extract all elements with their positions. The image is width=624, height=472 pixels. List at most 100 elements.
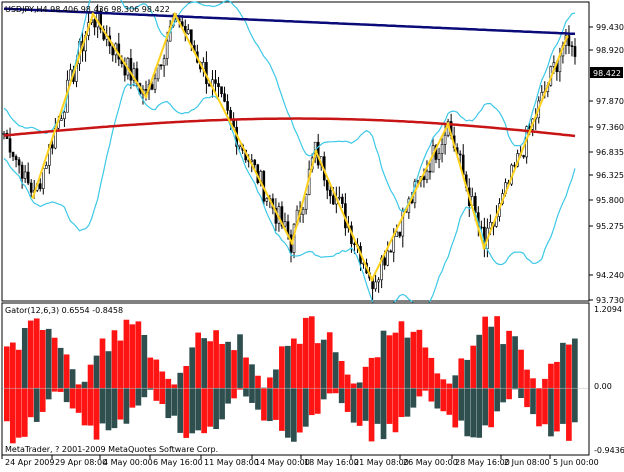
candle-body [474, 196, 476, 212]
gator-upper-bar [285, 346, 291, 388]
gator-lower-bar [333, 388, 339, 393]
y-tick-label: 98.920 [596, 46, 624, 55]
zigzag-point [483, 246, 486, 249]
candle-body [302, 209, 304, 214]
gator-upper-bar [572, 339, 578, 389]
candle-body [378, 280, 380, 282]
gator-upper-bar [267, 377, 273, 388]
gator-upper-bar [159, 371, 165, 388]
gator-upper-bar [476, 335, 482, 388]
gator-upper-bar [201, 338, 207, 388]
candle-body [571, 46, 573, 47]
gator-upper-bar [130, 324, 136, 388]
gator-upper-bar [213, 330, 219, 388]
gator-upper-bar [249, 364, 255, 388]
candle-body [338, 197, 340, 198]
gator-y-tick-label: 1.2094 [594, 305, 622, 314]
gator-upper-bar [177, 373, 183, 388]
candle-body [341, 197, 343, 203]
gator-lower-bar [70, 388, 76, 408]
candle-body [163, 59, 165, 66]
gator-lower-bar [524, 388, 530, 407]
zigzag-point [291, 242, 294, 245]
candle-body [396, 232, 398, 237]
main-y-axis: 99.43098.92097.87097.36096.83596.32595.8… [589, 23, 624, 305]
candle-body [27, 172, 29, 183]
gator-lower-bar [530, 388, 536, 414]
candle-body [441, 144, 443, 153]
y-tick-label: 94.240 [596, 271, 624, 280]
gator-lower-bar [112, 388, 118, 428]
gator-upper-bar [339, 361, 345, 388]
gator-lower-bar [411, 388, 417, 407]
gator-lower-bar [291, 388, 297, 442]
gator-upper-bar [165, 379, 171, 388]
gator-lower-bar [219, 388, 225, 419]
current-price-label: 98.422 [593, 69, 621, 78]
gator-lower-bar [375, 388, 381, 424]
gator-upper-bar [58, 348, 64, 388]
gator-upper-bar [470, 346, 476, 389]
gator-lower-bar [231, 388, 237, 398]
gator-lower-bar [446, 388, 452, 415]
candle-body [18, 160, 20, 165]
gator-upper-bar [554, 362, 560, 388]
gator-upper-bar [506, 331, 512, 388]
candle-body [284, 222, 286, 226]
gator-lower-bar [142, 388, 148, 397]
gator-lower-bar [345, 388, 351, 412]
gator-upper-bar [482, 317, 488, 389]
gator-upper-bar [124, 320, 130, 388]
y-tick-label: 99.430 [596, 23, 624, 32]
gator-upper-bar [291, 339, 297, 389]
candle-body [390, 251, 392, 252]
zigzag-point [566, 36, 569, 39]
gator-lower-bar [28, 388, 34, 417]
gator-upper-bar [219, 344, 225, 388]
gator-lower-bar [518, 388, 524, 398]
x-tick-label: 24 Apr 2009 [5, 458, 54, 467]
gator-upper-bar [524, 370, 530, 389]
x-tick-label: 11 May 08:00 [204, 458, 259, 467]
gator-upper-bar [488, 327, 494, 388]
candle-body [384, 258, 386, 265]
gator-lower-bar [88, 388, 94, 425]
gator-lower-bar [249, 388, 255, 403]
gator-lower-bar [321, 388, 327, 399]
gator-lower-bar [16, 388, 22, 437]
y-tick-label: 97.360 [596, 123, 624, 132]
candle-body [399, 232, 401, 236]
candle-body [429, 171, 431, 172]
candle-body [227, 101, 229, 110]
candle-body [154, 79, 156, 89]
y-tick-label: 96.325 [596, 171, 624, 180]
gator-upper-bar [411, 332, 417, 388]
main-chart-header: USDJPY,H4 98.406 98.436 98.306 98.422 [5, 5, 170, 14]
gator-lower-bar [76, 388, 82, 413]
gator-upper-bar [381, 331, 387, 389]
candle-body [426, 171, 428, 180]
gator-lower-bar [195, 388, 201, 430]
gator-lower-bar [40, 388, 46, 412]
gator-lower-bar [58, 388, 64, 392]
gator-lower-bar [267, 388, 273, 421]
candle-body [254, 160, 256, 165]
gator-lower-bar [482, 388, 488, 425]
candle-body [130, 58, 132, 80]
zigzag-point [315, 150, 318, 153]
gator-upper-bar [548, 364, 554, 388]
gator-upper-bar [512, 336, 518, 388]
candle-body [375, 282, 377, 289]
gator-upper-bar [297, 344, 303, 388]
gator-upper-bar [189, 347, 195, 388]
candle-body [438, 154, 440, 160]
gator-lower-bar [4, 388, 10, 421]
gator-upper-bar [22, 328, 28, 388]
gator-lower-bar [106, 388, 112, 430]
gator-lower-bar [560, 388, 566, 424]
gator-upper-bar [52, 338, 58, 388]
gator-upper-bar [351, 383, 357, 388]
candle-body [459, 154, 461, 155]
x-tick-label: 29 Apr 08:00 [55, 458, 107, 467]
zigzag-point [174, 13, 177, 16]
